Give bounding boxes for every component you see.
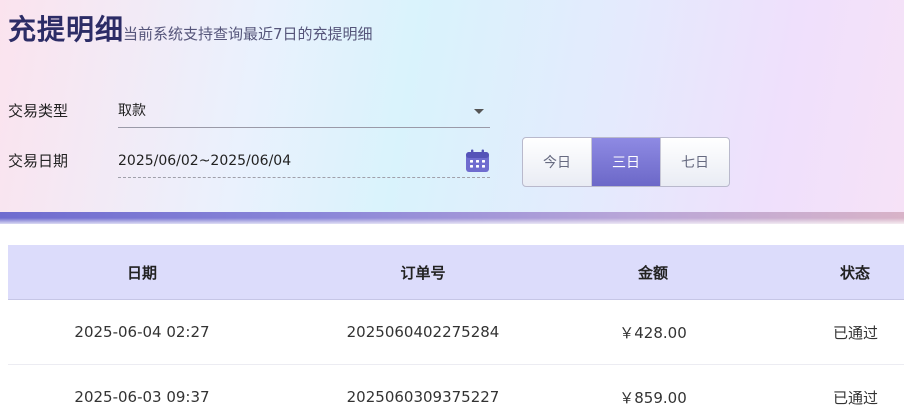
transaction-date-label: 交易日期 [8,152,69,170]
cell-date: 2025-06-03 09:37 [74,388,210,406]
table-row[interactable]: 2025-06-03 09:37 2025060309375227 ￥859.0… [8,365,904,414]
transaction-type-select[interactable]: 取款 [118,94,490,128]
cell-status: 已通过 [832,388,878,407]
cell-amount: ￥859.00 [619,388,687,407]
transaction-type-label: 交易类型 [8,102,69,120]
transaction-type-value: 取款 [118,103,146,119]
cell-amount: ￥428.00 [619,323,687,342]
page-title: 充提明细 [8,13,125,46]
column-header-amount: 金额 [637,263,668,282]
column-header-order: 订单号 [400,263,446,282]
range-three-days-button[interactable]: 三日 [592,138,661,186]
date-range-segmented-control: 今日 三日 七日 [522,137,730,187]
cell-order: 2025060402275284 [346,323,500,341]
table-row[interactable]: 2025-06-04 02:27 2025060402275284 ￥428.0… [8,300,904,365]
range-seven-days-button[interactable]: 七日 [661,138,729,186]
transactions-table: 日期 订单号 金额 状态 2025-06-04 02:27 2025060402… [8,245,904,414]
date-range-input[interactable]: 2025/06/02~2025/06/04 [118,144,490,178]
calendar-icon[interactable] [465,149,490,173]
column-header-date: 日期 [126,263,157,282]
header-divider-fade [0,218,904,226]
caret-down-icon[interactable] [474,109,484,114]
range-today-button[interactable]: 今日 [523,138,592,186]
cell-date: 2025-06-04 02:27 [74,323,210,341]
cell-order: 2025060309375227 [346,388,500,406]
page-subtitle: 当前系统支持查询最近7日的充提明细 [123,25,373,43]
cell-status: 已通过 [832,323,878,342]
table-header: 日期 订单号 金额 状态 [8,245,904,300]
date-range-value: 2025/06/02~2025/06/04 [118,153,292,169]
column-header-status: 状态 [839,263,870,282]
